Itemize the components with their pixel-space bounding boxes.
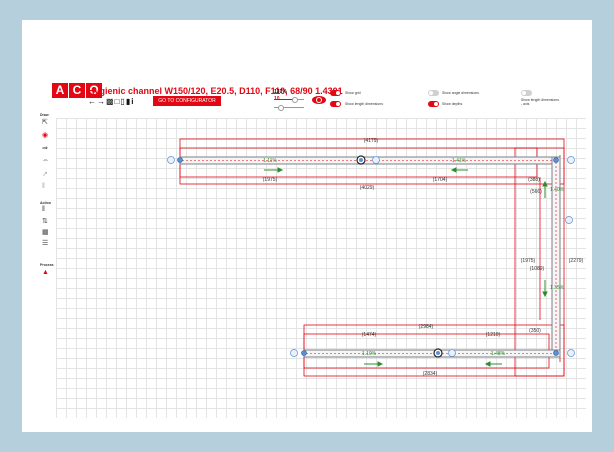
dimension-label: (4179) [364, 138, 379, 144]
add-point-handle[interactable] [290, 349, 298, 357]
add-point-handle[interactable] [567, 156, 575, 164]
dimension-label: (1210) [486, 332, 501, 338]
add-point-handle[interactable] [567, 349, 575, 357]
slope-label: 1.11% [263, 158, 277, 164]
channel-end-node[interactable] [177, 157, 183, 163]
dimension-label: (388) [528, 177, 540, 183]
slope-label: 1.48% [491, 351, 506, 357]
slope-label: 1.41% [452, 158, 467, 164]
dimension-label: (1474) [362, 332, 377, 338]
dimension-label: (566) [530, 189, 542, 195]
add-point-handle[interactable] [167, 156, 175, 164]
corner-node[interactable] [553, 157, 559, 163]
dimension-label: (2984) [419, 324, 434, 330]
slope-label: 1.40% [550, 187, 565, 193]
slope-label: 1.10% [362, 351, 377, 357]
corner-node[interactable] [553, 350, 559, 356]
add-point-handle[interactable] [565, 216, 573, 224]
dimension-label: (350) [529, 328, 541, 334]
dimension-label: (1089) [530, 266, 545, 272]
dimension-label: (4029) [360, 185, 375, 191]
dimension-label: (1975) [521, 258, 536, 264]
dimension-label: (1975) [263, 177, 278, 183]
add-point-handle[interactable] [448, 349, 456, 357]
dimension-label: (2834) [423, 371, 438, 377]
slope-label: 1.35% [550, 285, 565, 291]
add-point-handle[interactable] [372, 156, 380, 164]
dimension-label: (1704) [433, 177, 448, 183]
dimension-label: (2279) [569, 258, 584, 264]
channel-end-node[interactable] [301, 350, 307, 356]
drawing-layer: (4179) (1975) (1704) (4029) (388) (566) … [167, 138, 584, 377]
